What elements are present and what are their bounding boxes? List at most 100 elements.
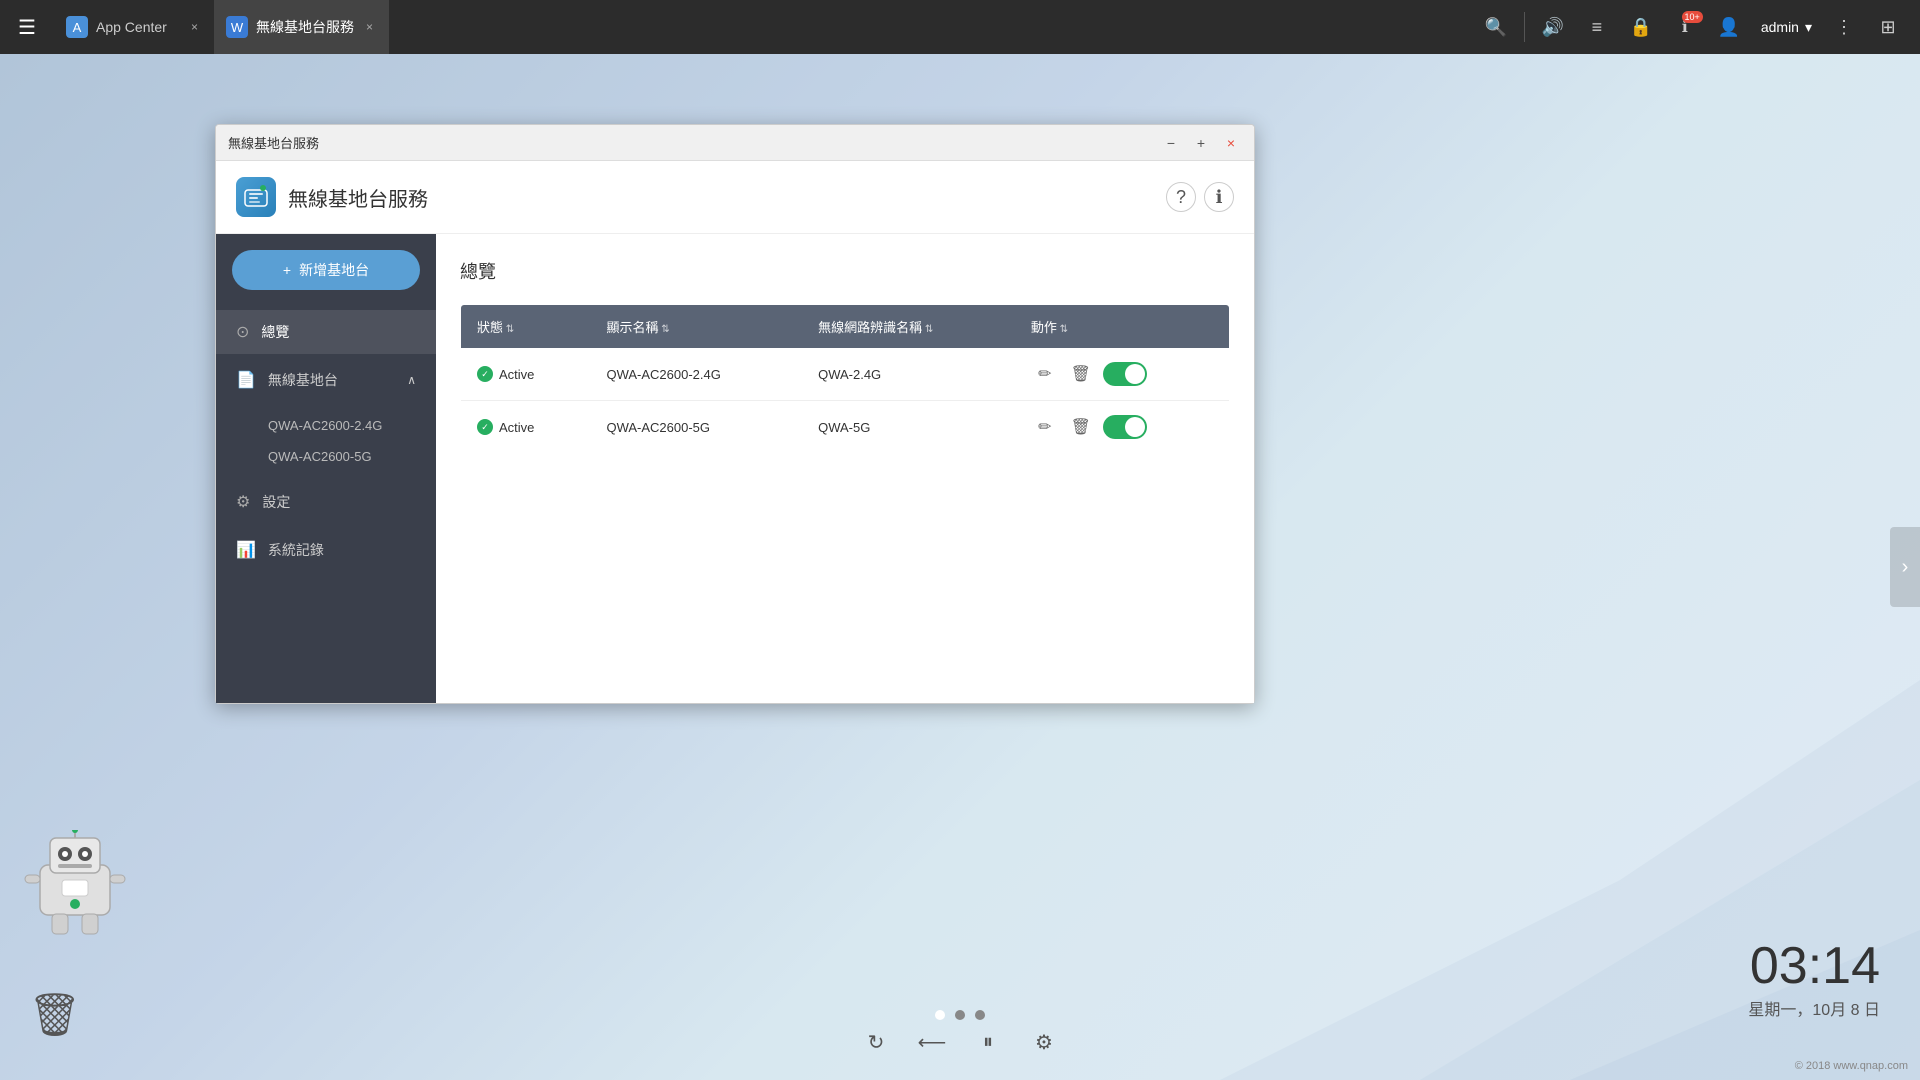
row2-delete-button[interactable]: 🗑 [1067, 413, 1095, 441]
tab-wireless[interactable]: W 無線基地台服務 × [214, 0, 389, 54]
volume-button[interactable]: 🔊 [1533, 7, 1573, 47]
robot-mascot [20, 830, 130, 940]
bottom-icon-3[interactable]: ⏸ [970, 1024, 1006, 1060]
clock-time: 03:14 [1748, 936, 1880, 996]
sidebar-logs-label: 系統記錄 [268, 540, 324, 560]
qnap-watermark: © 2018 www.qnap.com [1795, 1060, 1908, 1072]
bottom-icon-4[interactable]: ⚙ [1026, 1024, 1062, 1060]
status-badge-2: Active [477, 419, 574, 435]
col-header-ssid[interactable]: 無線網路辨識名稱 [802, 305, 1015, 349]
desktop: 🗑 無線基地台服務 − + × 無線基地台服務 [0, 54, 1920, 1080]
back-icon: ⟵ [918, 1030, 947, 1055]
edit-icon: ✏ [1038, 364, 1051, 384]
col-header-action[interactable]: 動作 [1015, 305, 1230, 349]
notification-button[interactable]: ℹ 10+ [1665, 7, 1705, 47]
sidebar-item-overview[interactable]: ⊙ 總覽 [216, 310, 436, 354]
volume-icon: 🔊 [1542, 17, 1564, 38]
refresh-icon: ↻ [868, 1030, 885, 1055]
maximize-button[interactable]: + [1190, 132, 1212, 154]
wireless-tab-icon: W [226, 16, 248, 38]
window-controls: − + × [1160, 132, 1242, 154]
sidebar-item-logs[interactable]: 📊 系統記錄 [216, 528, 436, 572]
more-menu-button[interactable]: ⋮ [1824, 7, 1864, 47]
tab-wireless-close[interactable]: × [362, 18, 377, 36]
dot-2[interactable] [955, 1010, 965, 1020]
bottom-icon-1[interactable]: ↻ [858, 1024, 894, 1060]
row1-action-btns: ✏ 🗑 [1031, 360, 1213, 388]
sidebar-item-wireless[interactable]: 📄 無線基地台 ∧ [216, 358, 436, 402]
bottom-icon-2[interactable]: ⟵ [914, 1024, 950, 1060]
clock-date: 星期一，10月 8 日 [1748, 996, 1880, 1020]
row1-edit-button[interactable]: ✏ [1031, 360, 1059, 388]
right-nav-arrow[interactable]: › [1890, 527, 1920, 607]
app-header: 無線基地台服務 ? ℹ [216, 161, 1254, 234]
tab-wireless-label: 無線基地台服務 [256, 17, 354, 37]
row2-toggle[interactable] [1103, 415, 1147, 439]
lock-button[interactable]: 🔒 [1621, 7, 1661, 47]
stack-icon: ≡ [1592, 17, 1603, 38]
dot-3[interactable] [975, 1010, 985, 1020]
sidebar: + 新增基地台 ⊙ 總覽 📄 無線基地台 ∧ QWA-AC2600-2.4G [216, 234, 436, 703]
col-header-display-name[interactable]: 顯示名稱 [590, 305, 802, 349]
overview-icon: ⊙ [236, 322, 249, 342]
row2-action: ✏ 🗑 [1015, 401, 1230, 454]
status-label-1: Active [499, 367, 534, 382]
trash-icon-row2: 🗑 [1071, 417, 1091, 437]
settings-bottom-icon: ⚙ [1035, 1030, 1053, 1055]
wireless-submenu: QWA-AC2600-2.4G QWA-AC2600-5G [216, 406, 436, 476]
qwa-5g-label: QWA-AC2600-5G [268, 449, 372, 464]
row2-edit-button[interactable]: ✏ [1031, 413, 1059, 441]
row2-status: Active [461, 401, 591, 454]
help-button[interactable]: ? [1166, 182, 1196, 212]
status-badge-1: Active [477, 366, 574, 382]
search-icon: 🔍 [1485, 17, 1507, 38]
taskbar: ☰ A App Center × W 無線基地台服務 × 🔍 🔊 ≡ 🔒 ℹ 1… [0, 0, 1920, 54]
row1-action: ✏ 🗑 [1015, 348, 1230, 401]
user-icon: 👤 [1718, 17, 1740, 38]
table-row: Active QWA-AC2600-5G QWA-5G ✏ [461, 401, 1230, 454]
menu-button[interactable]: ☰ [0, 0, 54, 54]
qnap-home-button[interactable]: ⊞ [1868, 7, 1908, 47]
row1-delete-button[interactable]: 🗑 [1067, 360, 1095, 388]
lock-icon: 🔒 [1630, 17, 1652, 38]
qnap-icon: ⊞ [1880, 17, 1895, 38]
user-button[interactable]: 👤 [1709, 7, 1749, 47]
row1-display-name: QWA-AC2600-2.4G [590, 348, 802, 401]
pause-icon: ⏸ [983, 1031, 993, 1054]
bottom-toolbar: ↻ ⟵ ⏸ ⚙ [858, 1024, 1062, 1060]
sidebar-wireless-label: 無線基地台 [268, 370, 338, 390]
wireless-icon: 📄 [236, 370, 256, 390]
table-row: Active QWA-AC2600-2.4G QWA-2.4G ✏ [461, 348, 1230, 401]
row1-toggle[interactable] [1103, 362, 1147, 386]
close-button[interactable]: × [1220, 132, 1242, 154]
chevron-up-icon: ∧ [407, 373, 416, 387]
task-manager-button[interactable]: ≡ [1577, 7, 1617, 47]
tab-app-center-close[interactable]: × [187, 18, 202, 36]
chevron-down-icon: ▾ [1805, 19, 1812, 36]
row2-display-name: QWA-AC2600-5G [590, 401, 802, 454]
dot-1[interactable] [935, 1010, 945, 1020]
sidebar-item-settings[interactable]: ⚙ 設定 [216, 480, 436, 524]
col-header-status[interactable]: 狀態 [461, 305, 591, 349]
page-dots [935, 1010, 985, 1020]
sidebar-item-qwa-24g[interactable]: QWA-AC2600-2.4G [216, 410, 436, 441]
app-logo [236, 177, 276, 217]
window-body: + 新增基地台 ⊙ 總覽 📄 無線基地台 ∧ QWA-AC2600-2.4G [216, 234, 1254, 703]
admin-menu[interactable]: admin ▾ [1753, 15, 1820, 40]
row1-status: Active [461, 348, 591, 401]
info-button[interactable]: ℹ [1204, 182, 1234, 212]
taskbar-right: 🔍 🔊 ≡ 🔒 ℹ 10+ 👤 admin ▾ ⋮ ⊞ [1476, 7, 1920, 47]
add-station-button[interactable]: + 新增基地台 [232, 250, 420, 290]
row1-ssid: QWA-2.4G [802, 348, 1015, 401]
trash-icon[interactable]: 🗑 [28, 991, 81, 1040]
search-button[interactable]: 🔍 [1476, 7, 1516, 47]
content-area: 總覽 狀態 顯示名稱 無線網路辨識名稱 動作 [436, 234, 1254, 703]
qwa-24g-label: QWA-AC2600-2.4G [268, 418, 382, 433]
trash-icon-row1: 🗑 [1071, 364, 1091, 384]
plus-icon: + [283, 262, 291, 278]
settings-icon: ⚙ [236, 492, 250, 512]
sidebar-item-qwa-5g[interactable]: QWA-AC2600-5G [216, 441, 436, 472]
tab-app-center[interactable]: A App Center × [54, 0, 214, 54]
minimize-button[interactable]: − [1160, 132, 1182, 154]
hamburger-icon: ☰ [18, 15, 36, 40]
